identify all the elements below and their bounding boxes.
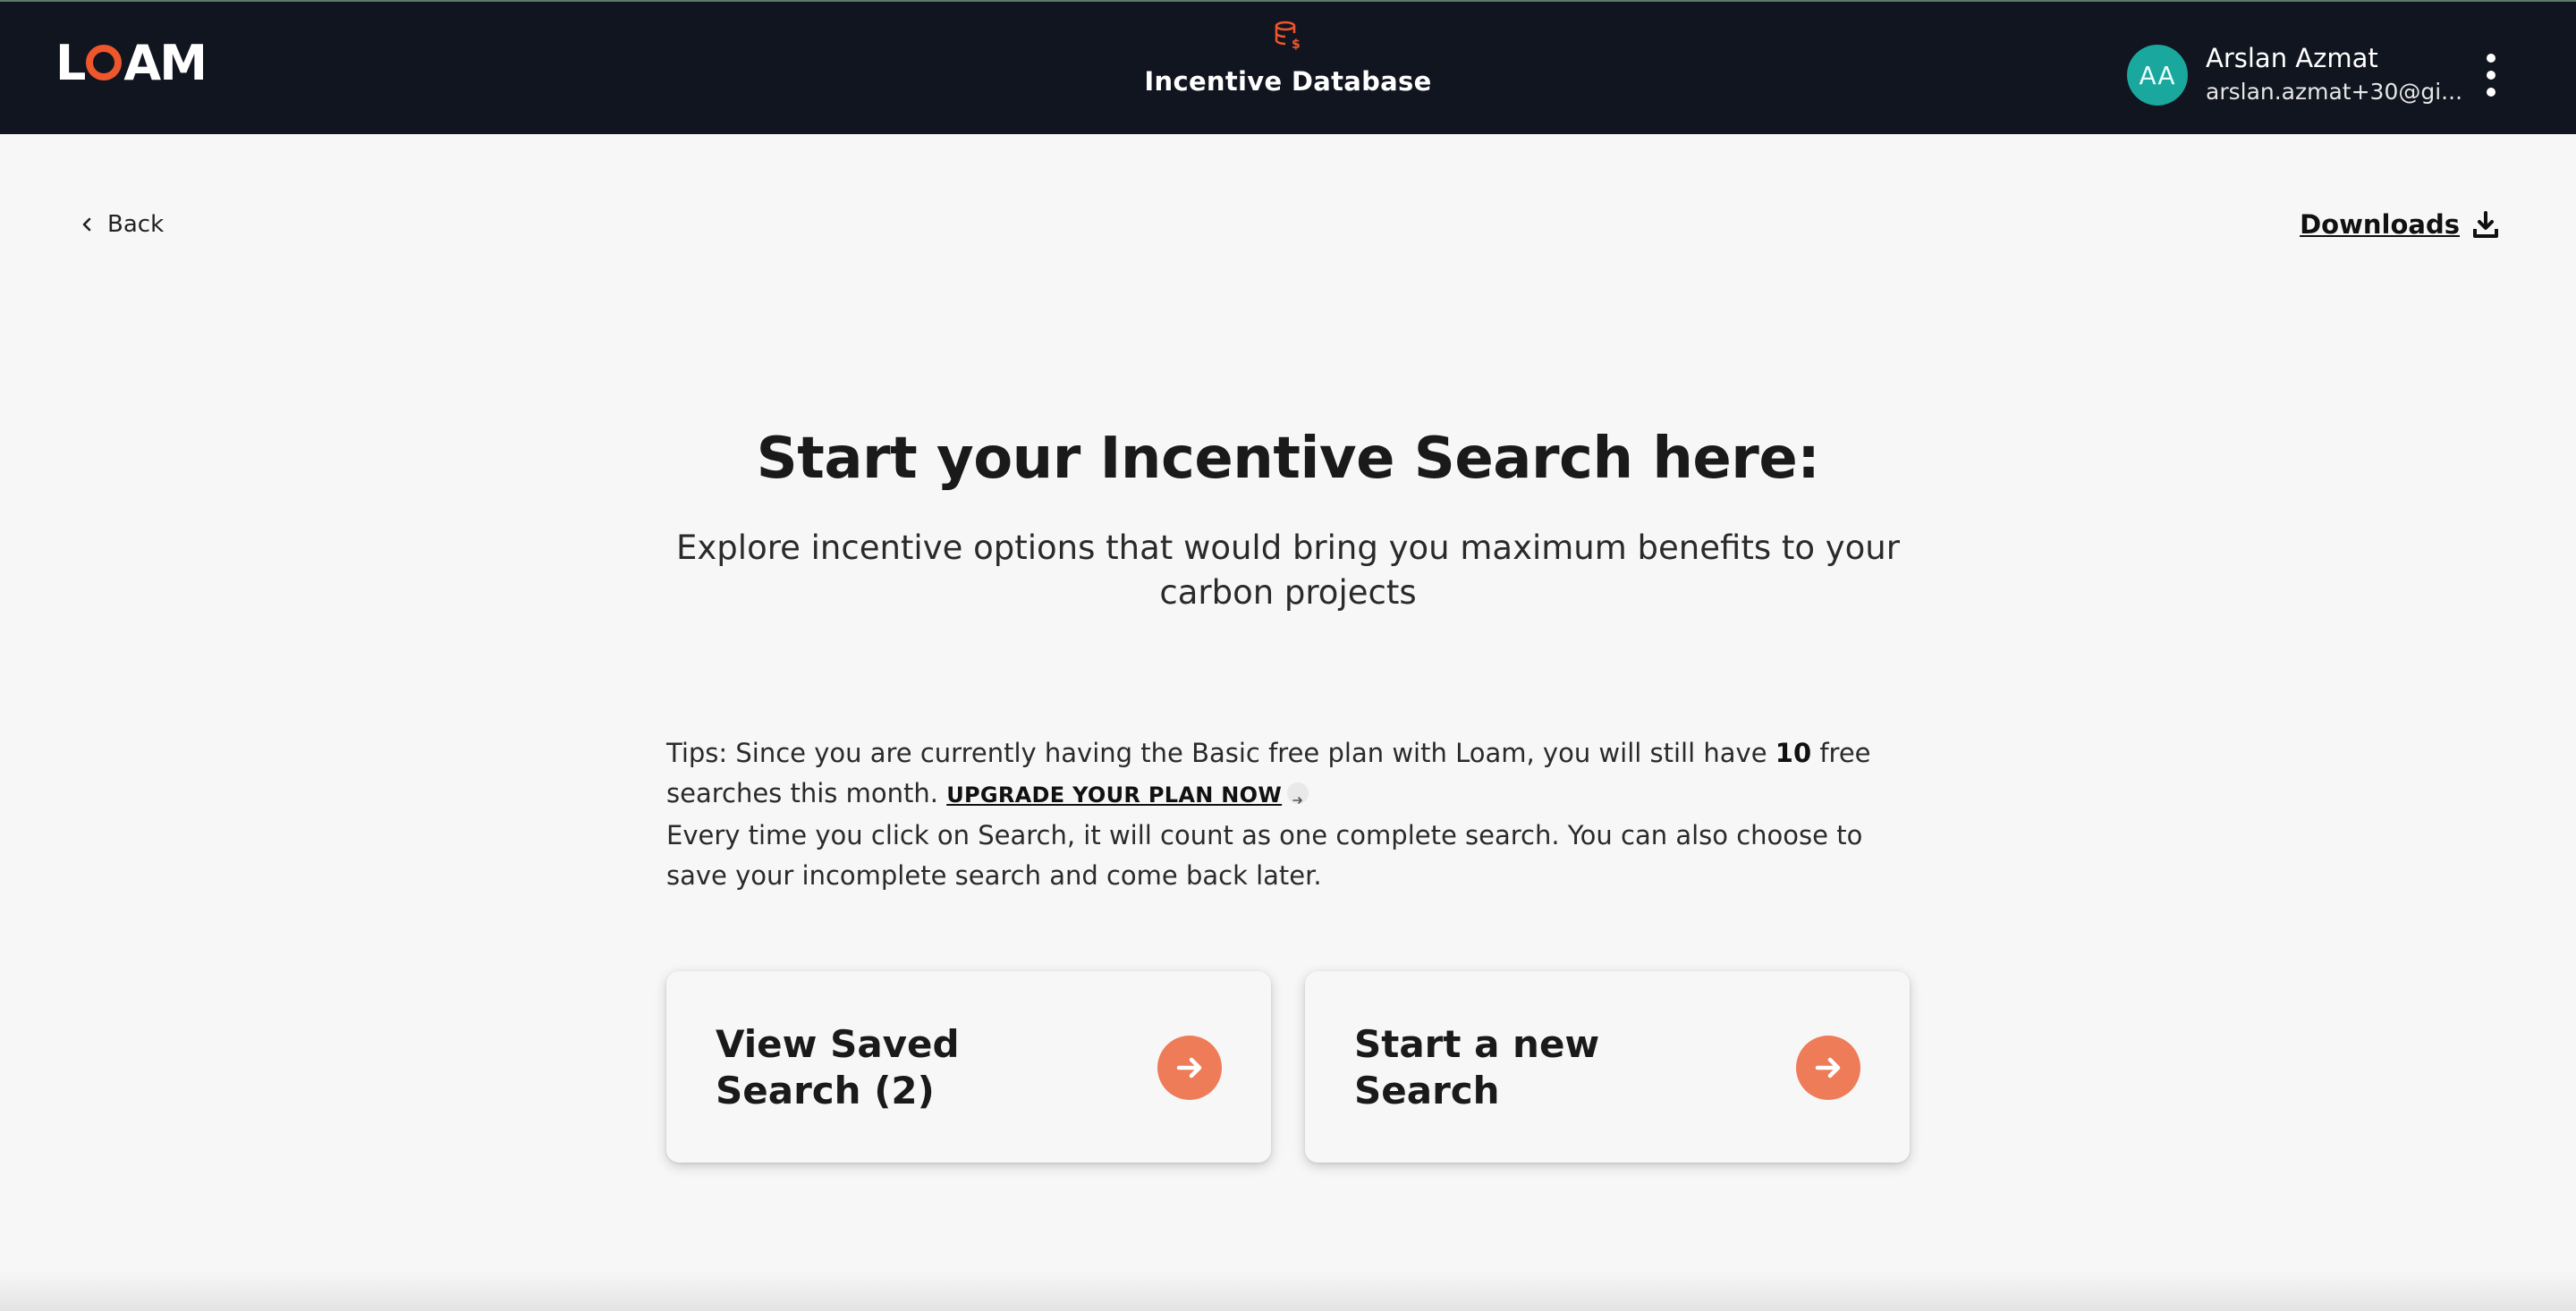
download-icon <box>2473 211 2498 238</box>
back-button[interactable]: Back <box>79 211 164 238</box>
back-label: Back <box>107 211 165 238</box>
kebab-menu-icon[interactable] <box>2478 54 2504 97</box>
start-new-search-card[interactable]: Start a new Search <box>1305 971 1910 1163</box>
tips-line1-start: Tips: Since you are currently having the… <box>666 738 1775 768</box>
bottom-shadow <box>0 1270 2576 1311</box>
card-label: View Saved Search (2) <box>716 1022 960 1112</box>
chevron-left-icon <box>82 217 91 232</box>
user-profile[interactable]: AA Arslan Azmat arslan.azmat+30@gi... <box>2127 41 2462 109</box>
user-name: Arslan Azmat <box>2206 43 2378 73</box>
view-saved-search-card[interactable]: View Saved Search (2) <box>666 971 1271 1163</box>
free-search-count: 10 <box>1775 738 1812 768</box>
arrow-right-icon[interactable] <box>1287 782 1309 804</box>
page-subtitle: Explore incentive options that would bri… <box>676 529 1900 612</box>
tips-line2: Every time you click on Search, it will … <box>666 820 1863 891</box>
user-email: arslan.azmat+30@gi... <box>2206 79 2463 105</box>
arrow-right-circle-icon[interactable] <box>1796 1036 1860 1100</box>
downloads-link[interactable]: Downloads <box>2300 209 2499 240</box>
avatar[interactable]: AA <box>2127 45 2188 106</box>
tips-text: Tips: Since you are currently having the… <box>666 733 1919 896</box>
downloads-label: Downloads <box>2300 209 2460 240</box>
page-title: Start your Incentive Search here: <box>756 426 1820 492</box>
database-dollar-icon: $ <box>1275 21 1301 50</box>
upgrade-plan-link[interactable]: UPGRADE YOUR PLAN NOW <box>946 782 1282 808</box>
top-navbar: L AM $ Incentive Database AA Arslan Azmat… <box>0 0 2576 134</box>
arrow-right-circle-icon[interactable] <box>1157 1036 1222 1100</box>
svg-text:$: $ <box>1292 38 1301 50</box>
card-label: Start a new Search <box>1354 1022 1600 1112</box>
